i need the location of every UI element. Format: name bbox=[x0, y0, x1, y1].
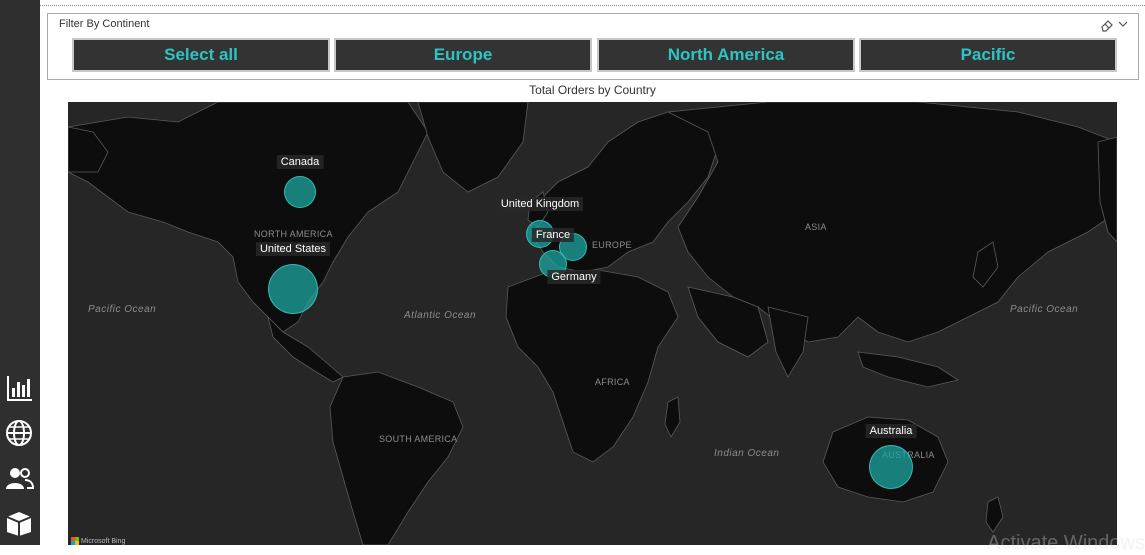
map-label-germany: Germany bbox=[547, 270, 601, 284]
activate-windows-watermark: Activate Windows bbox=[987, 532, 1145, 554]
users-icon bbox=[6, 468, 34, 489]
map-label-france: France bbox=[531, 228, 575, 242]
map-bubble-canada[interactable] bbox=[284, 176, 316, 208]
map-title: Total Orders by Country bbox=[529, 83, 656, 97]
eraser-icon[interactable] bbox=[1100, 18, 1114, 32]
continent-slicer: Filter By Continent Select all Europe No… bbox=[47, 13, 1139, 80]
slicer-option-europe[interactable]: Europe bbox=[334, 38, 592, 72]
slicer-title: Filter By Continent bbox=[59, 18, 150, 30]
bing-attribution: Microsoft Bing bbox=[71, 537, 125, 545]
sidebar-item-products[interactable] bbox=[2, 506, 36, 540]
bing-attribution-text: Microsoft Bing bbox=[81, 537, 126, 545]
ocean-label-pacific-east: Pacific Ocean bbox=[1010, 304, 1079, 315]
slicer-option-pacific[interactable]: Pacific bbox=[859, 38, 1117, 72]
map-label-united-kingdom: United Kingdom bbox=[496, 197, 584, 211]
region-label-south-america: SOUTH AMERICA bbox=[379, 434, 458, 444]
orders-map[interactable]: NORTH AMERICA SOUTH AMERICA EUROPE ASIA … bbox=[68, 102, 1117, 545]
map-label-canada: Canada bbox=[276, 155, 324, 169]
ocean-label-pacific-west: Pacific Ocean bbox=[88, 304, 157, 315]
ocean-label-atlantic: Atlantic Ocean bbox=[404, 310, 477, 321]
map-label-australia: Australia bbox=[865, 424, 917, 438]
box-icon bbox=[6, 512, 32, 536]
region-label-europe: EUROPE bbox=[592, 240, 632, 250]
map-label-united-states: United States bbox=[255, 242, 331, 256]
region-label-asia: ASIA bbox=[805, 222, 827, 232]
map-bubble-united-states[interactable] bbox=[268, 264, 318, 314]
region-label-north-america: NORTH AMERICA bbox=[254, 229, 333, 239]
sidebar-item-customers[interactable] bbox=[2, 461, 36, 495]
map-bubble-australia[interactable] bbox=[869, 445, 913, 489]
top-dotted-border bbox=[40, 0, 1145, 6]
world-map-background bbox=[68, 102, 1117, 545]
globe-icon bbox=[6, 420, 32, 446]
slicer-option-select-all[interactable]: Select all bbox=[72, 38, 330, 72]
sidebar-item-charts[interactable] bbox=[2, 371, 36, 405]
microsoft-logo-icon bbox=[71, 537, 79, 545]
slicer-option-north-america[interactable]: North America bbox=[597, 38, 855, 72]
sidebar bbox=[0, 0, 40, 545]
ocean-label-indian: Indian Ocean bbox=[714, 448, 780, 459]
region-label-africa: AFRICA bbox=[595, 377, 630, 387]
sidebar-item-map[interactable] bbox=[2, 416, 36, 450]
bar-chart-icon bbox=[7, 376, 32, 401]
chevron-down-icon[interactable] bbox=[1117, 18, 1129, 30]
